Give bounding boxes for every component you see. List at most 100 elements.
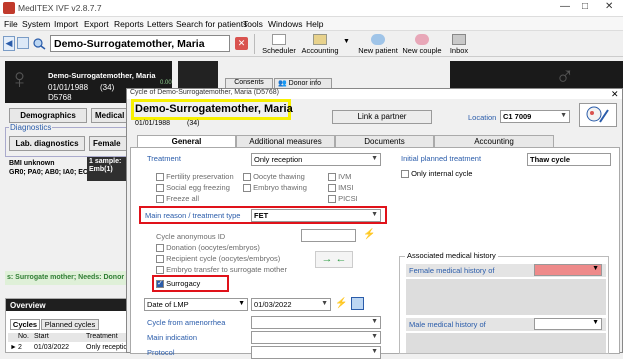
patient-name-field[interactable]: Demo-Surrogatemother, Maria bbox=[50, 35, 230, 52]
main-reason-select[interactable]: FET ▼ bbox=[251, 209, 381, 222]
surrogacy-checkbox[interactable]: ✓ Surrogacy bbox=[156, 279, 200, 289]
nav-back-button[interactable]: ◀ bbox=[3, 36, 15, 51]
patients-icon[interactable] bbox=[17, 37, 29, 49]
row-arrow-icon: ► bbox=[10, 344, 17, 351]
menu-import[interactable]: Import bbox=[54, 19, 78, 29]
link-partner-button[interactable]: Link a partner bbox=[332, 110, 432, 124]
new-couple-button[interactable]: New couple bbox=[401, 34, 443, 55]
recipient-checkbox[interactable]: Recipient cycle (oocytes/embryos) bbox=[156, 254, 281, 264]
treatment-select[interactable]: Only reception ▼ bbox=[251, 153, 381, 166]
new-couple-label: New couple bbox=[402, 46, 442, 55]
close-icon[interactable]: ✕ bbox=[605, 1, 613, 12]
picsi-checkbox[interactable]: PICSI bbox=[328, 194, 358, 204]
recipient-label: Recipient cycle (oocytes/embryos) bbox=[166, 254, 281, 263]
checkmark-icon: ✓ bbox=[156, 280, 164, 289]
chevron-down-icon: ▼ bbox=[371, 155, 378, 162]
sample-value: Emb(1) bbox=[89, 166, 113, 173]
table-row[interactable]: ► 2 01/03/2022 Only reception bbox=[8, 344, 132, 353]
date-lmp-select[interactable]: Date of LMP ▼ bbox=[144, 298, 248, 311]
accounting-label: Accounting bbox=[301, 46, 339, 55]
donor-info-label: Donor info bbox=[288, 80, 321, 87]
embryo-transfer-label: Embryo transfer to surrogate mother bbox=[166, 265, 287, 274]
card-age: (34) bbox=[100, 83, 115, 92]
female-symbol-icon: ♀ bbox=[9, 63, 30, 94]
date-lmp-label: Date of LMP bbox=[147, 300, 189, 309]
menu-tools[interactable]: Tools bbox=[243, 19, 263, 29]
cycle-dialog: Cycle of Demo-Surrogatemother, Maria (D5… bbox=[126, 88, 623, 359]
only-internal-box[interactable] bbox=[401, 170, 409, 179]
search-patient-icon[interactable] bbox=[32, 37, 46, 50]
lab-diagnostics-button[interactable]: Lab. diagnostics bbox=[9, 136, 85, 151]
imsi-checkbox[interactable]: IMSI bbox=[328, 183, 354, 193]
male-history-list[interactable] bbox=[406, 333, 606, 353]
tab-planned-cycles[interactable]: Planned cycles bbox=[41, 319, 99, 330]
menu-letters[interactable]: Letters bbox=[147, 19, 173, 29]
clear-patient-icon[interactable]: ✕ bbox=[235, 37, 248, 50]
demographics-button[interactable]: Demographics bbox=[9, 108, 87, 123]
specialist-icon[interactable] bbox=[579, 103, 617, 127]
minimize-icon[interactable]: — bbox=[560, 1, 570, 12]
dialog-title: Cycle of Demo-Surrogatemother, Maria (D5… bbox=[127, 89, 622, 99]
female-button[interactable]: Female bbox=[89, 136, 127, 151]
chevron-down-icon: ▼ bbox=[371, 211, 378, 218]
female-history-list[interactable] bbox=[406, 279, 606, 315]
date-lmp-field[interactable]: 01/03/2022 ▼ bbox=[251, 298, 331, 311]
dialog-close-icon[interactable]: ✕ bbox=[611, 89, 619, 100]
row-treatment: Only reception bbox=[86, 344, 132, 351]
card-dob: 01/01/1988 bbox=[48, 83, 89, 92]
lightning-icon[interactable]: ⚡ bbox=[335, 298, 347, 309]
cycle-amenorrhea-select[interactable]: ▼ bbox=[251, 316, 381, 329]
fertility-preservation-checkbox[interactable]: Fertility preservation bbox=[156, 172, 234, 182]
menu-file[interactable]: File bbox=[4, 19, 18, 29]
overview-panel: Overview Cycles Planned cycles No. Start… bbox=[5, 298, 132, 353]
row-no: 2 bbox=[18, 344, 22, 351]
donation-checkbox[interactable]: Donation (oocytes/embryos) bbox=[156, 243, 260, 253]
ivm-checkbox[interactable]: IVM bbox=[328, 172, 351, 182]
oocyte-thawing-label: Oocyte thawing bbox=[253, 172, 305, 181]
sample-label: 1 sample: bbox=[89, 158, 122, 165]
menu-windows[interactable]: Windows bbox=[268, 19, 302, 29]
embryo-transfer-checkbox[interactable]: Embryo transfer to surrogate mother bbox=[156, 265, 287, 275]
scheduler-button[interactable]: Scheduler bbox=[260, 34, 298, 55]
main-reason-label: Main reason / treatment type bbox=[145, 211, 241, 220]
donation-label: Donation (oocytes/embryos) bbox=[166, 243, 260, 252]
tab-cycles[interactable]: Cycles bbox=[10, 319, 40, 330]
main-indication-label: Main indication bbox=[147, 333, 198, 342]
social-egg-freezing-label: Social egg freezing bbox=[166, 183, 230, 192]
cycle-amenorrhea-label: Cycle from amenorrhea bbox=[147, 318, 226, 327]
accounting-dropdown-icon[interactable]: ▼ bbox=[343, 38, 350, 45]
mid-dark-area bbox=[178, 61, 218, 88]
cycle-anon-label: Cycle anonymous ID bbox=[156, 232, 226, 241]
only-internal-checkbox[interactable]: Only internal cycle bbox=[401, 169, 472, 179]
gr-text: GR0; PA0; AB0; IA0; EC0 bbox=[9, 169, 92, 176]
female-history-select[interactable]: ▼ bbox=[534, 264, 602, 276]
initial-planned-field[interactable]: Thaw cycle bbox=[527, 153, 611, 166]
main-indication-select[interactable]: ▼ bbox=[251, 331, 381, 344]
location-select[interactable]: C1 7009 ▼ bbox=[500, 110, 570, 123]
freeze-all-checkbox[interactable]: Freeze all bbox=[156, 194, 199, 204]
new-patient-label: New patient bbox=[358, 46, 398, 55]
social-egg-freezing-checkbox[interactable]: Social egg freezing bbox=[156, 183, 230, 193]
maximize-icon[interactable]: □ bbox=[582, 1, 588, 12]
menu-help[interactable]: Help bbox=[306, 19, 323, 29]
male-history-select[interactable]: ▼ bbox=[534, 318, 602, 330]
cycle-anon-field[interactable] bbox=[301, 229, 356, 242]
menu-search-patients[interactable]: Search for patients bbox=[176, 19, 247, 29]
menu-system[interactable]: System bbox=[22, 19, 50, 29]
embryo-thawing-checkbox[interactable]: Embryo thawing bbox=[243, 183, 307, 193]
lightning-icon[interactable]: ⚡ bbox=[363, 229, 375, 240]
accounting-button[interactable]: Accounting bbox=[300, 34, 340, 55]
location-value: C1 7009 bbox=[503, 112, 532, 121]
menu-export[interactable]: Export bbox=[84, 19, 109, 29]
app-logo-icon bbox=[3, 2, 15, 14]
calendar-icon[interactable] bbox=[351, 297, 364, 310]
new-patient-button[interactable]: New patient bbox=[356, 34, 400, 55]
menu-reports[interactable]: Reports bbox=[114, 19, 144, 29]
transfer-arrows-button[interactable]: → ← bbox=[315, 251, 353, 268]
new-patient-icon bbox=[371, 34, 385, 45]
medical-button[interactable]: Medical bbox=[91, 108, 129, 123]
inbox-button[interactable]: Inbox bbox=[447, 34, 471, 55]
scheduler-label: Scheduler bbox=[262, 46, 296, 55]
oocyte-thawing-checkbox[interactable]: Oocyte thawing bbox=[243, 172, 305, 182]
status-bar: s: Surrogate mother; Needs: Donor ( bbox=[5, 271, 130, 285]
